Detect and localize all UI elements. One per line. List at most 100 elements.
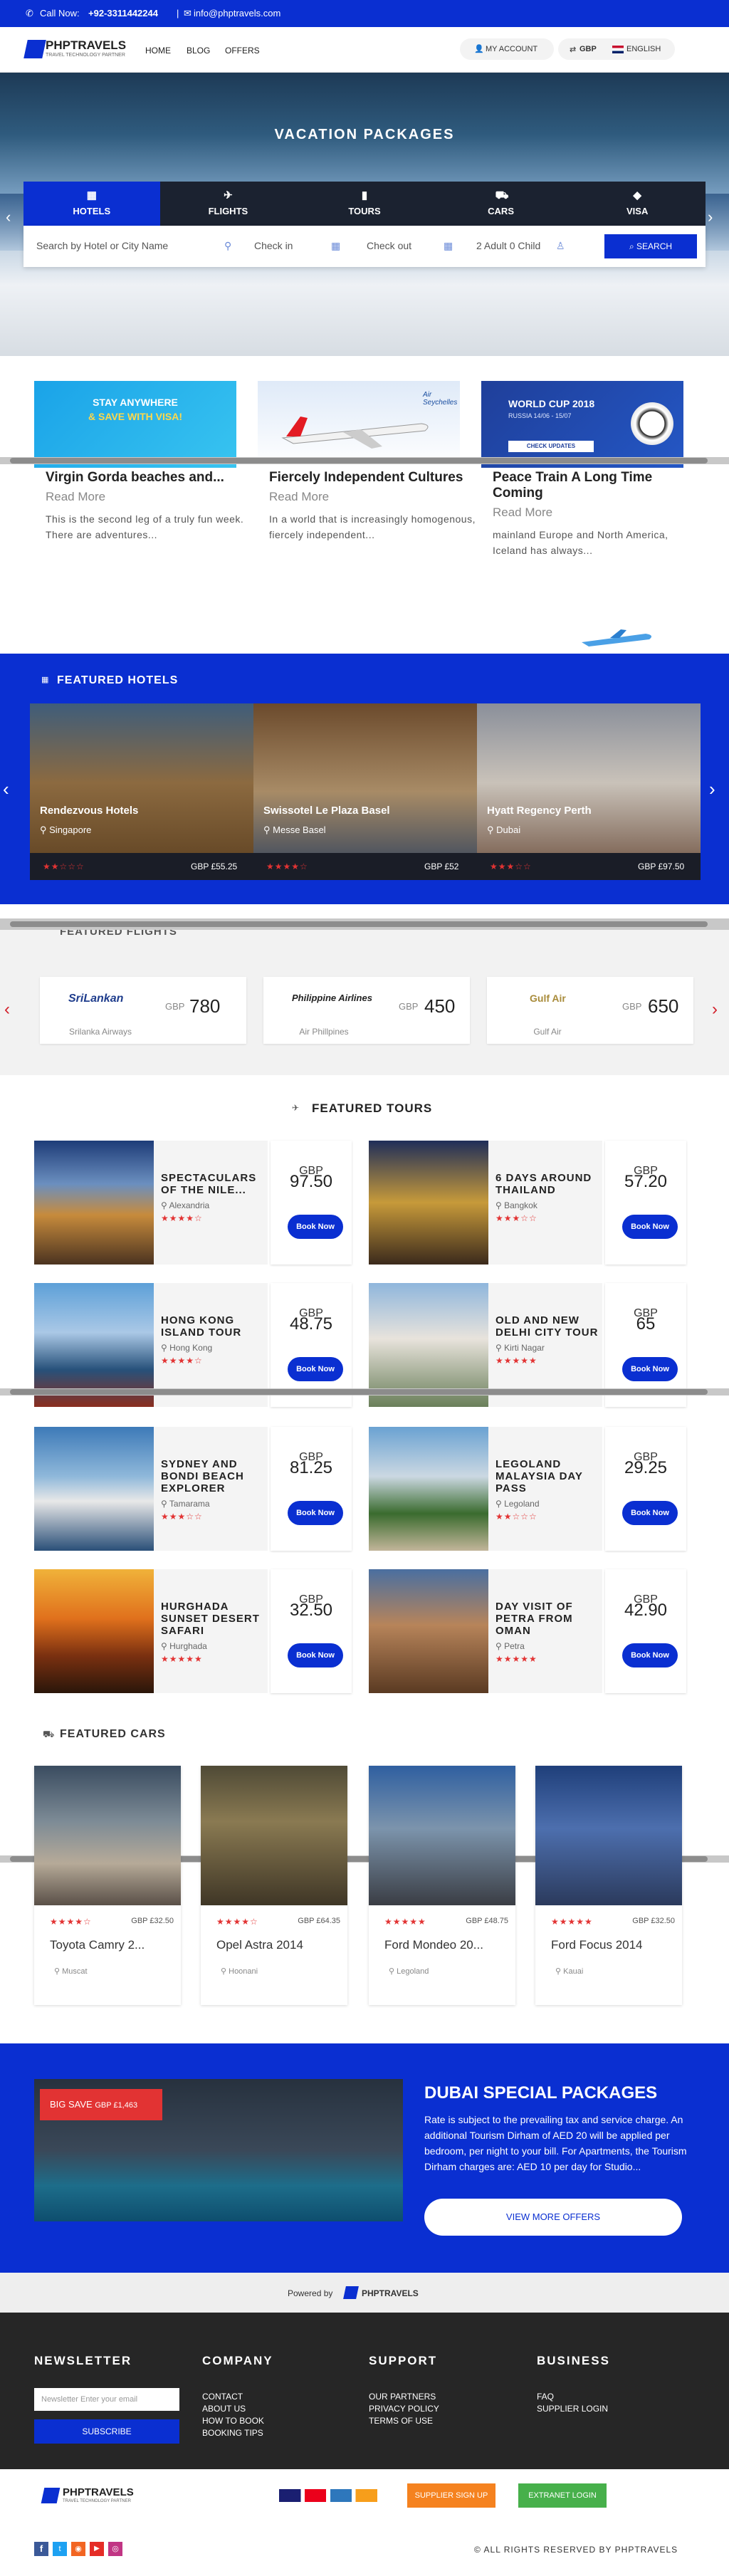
tour-title[interactable]: OLD AND NEW DELHI CITY TOUR xyxy=(495,1314,602,1339)
email-link[interactable]: info@phptravels.com xyxy=(194,8,280,19)
horizontal-scrollbar[interactable] xyxy=(10,458,708,464)
read-more-link[interactable]: Read More xyxy=(493,506,699,520)
tour-card[interactable]: 6 DAYS AROUND THAILAND ⚲ Bangkok ★★★☆☆ GBP 5… xyxy=(369,1141,689,1265)
footer-link-faq[interactable]: FAQ xyxy=(537,2391,608,2403)
tour-image[interactable] xyxy=(34,1141,154,1265)
footer-brand-name[interactable]: PHPTRAVELS xyxy=(63,2486,134,2498)
check-updates-button[interactable]: CHECK UPDATES xyxy=(508,441,594,452)
tour-image[interactable] xyxy=(34,1569,154,1693)
search-button[interactable]: ⌕ SEARCH xyxy=(604,234,697,258)
footer-link-supplier-login[interactable]: SUPPLIER LOGIN xyxy=(537,2403,608,2415)
tour-title[interactable]: LEGOLAND MALAYSIA DAY PASS xyxy=(495,1458,602,1494)
hotel-card[interactable]: Swissotel Le Plaza Basel ⚲ Messe Basel ★… xyxy=(253,703,477,880)
slider-next-icon[interactable]: › xyxy=(708,208,713,226)
tab-flights[interactable]: ✈ FLIGHTS xyxy=(160,182,297,226)
blog-post[interactable]: Fiercely Independent Cultures Read More … xyxy=(269,470,476,543)
carousel-prev-icon[interactable]: ‹ xyxy=(4,1000,10,1020)
tour-image[interactable] xyxy=(369,1569,488,1693)
horizontal-scrollbar[interactable] xyxy=(10,921,708,927)
book-now-button[interactable]: Book Now xyxy=(288,1643,343,1667)
currency-select[interactable]: GBP xyxy=(579,45,597,53)
tab-cars[interactable]: ⛟ CARS xyxy=(433,182,570,226)
tour-image[interactable] xyxy=(369,1427,488,1551)
flight-card[interactable]: SriLankan Srilanka Airways GBP 780 xyxy=(40,977,246,1044)
car-name[interactable]: Ford Mondeo 20... xyxy=(384,1938,483,1952)
horizontal-scrollbar[interactable] xyxy=(10,1389,708,1395)
tour-title[interactable]: HURGHADA SUNSET DESERT SAFARI xyxy=(161,1601,268,1637)
car-image[interactable] xyxy=(201,1766,347,1905)
instagram-icon[interactable]: ◎ xyxy=(108,2542,122,2556)
footer-link-contact[interactable]: CONTACT xyxy=(202,2391,264,2403)
subscribe-button[interactable]: SUBSCRIBE xyxy=(34,2419,179,2444)
tour-title[interactable]: HONG KONG ISLAND TOUR xyxy=(161,1314,268,1339)
hotel-name[interactable]: Rendezvous Hotels xyxy=(40,805,138,817)
carousel-next-icon[interactable]: › xyxy=(709,778,715,800)
footer-link-booking-tips[interactable]: BOOKING TIPS xyxy=(202,2427,264,2439)
book-now-button[interactable]: Book Now xyxy=(622,1643,678,1667)
car-card[interactable]: ★★★★☆ GBP £32.50 Toyota Camry 2... ⚲ Muscat xyxy=(34,1766,181,2005)
language-select[interactable]: ENGLISH xyxy=(626,45,661,53)
car-name[interactable]: Opel Astra 2014 xyxy=(216,1938,303,1952)
tour-title[interactable]: 6 DAYS AROUND THAILAND xyxy=(495,1172,602,1196)
book-now-button[interactable]: Book Now xyxy=(622,1501,678,1525)
tour-title[interactable]: DAY VISIT OF PETRA FROM OMAN xyxy=(495,1601,602,1637)
brand-name[interactable]: PHPTRAVELS xyxy=(46,38,126,53)
hotel-card[interactable]: Rendezvous Hotels ⚲ Singapore ★★☆☆☆ GBP … xyxy=(30,703,253,880)
tour-title[interactable]: SPECTACULARS OF THE NILE... xyxy=(161,1172,268,1196)
post-title[interactable]: Virgin Gorda beaches and... xyxy=(46,470,252,486)
tour-card[interactable]: LEGOLAND MALAYSIA DAY PASS ⚲ Legoland ★★☆☆… xyxy=(369,1427,689,1551)
footer-link-terms[interactable]: TERMS OF USE xyxy=(369,2415,439,2427)
newsletter-email-input[interactable]: Newsletter Enter your email xyxy=(34,2388,179,2411)
tab-tours[interactable]: ▮ TOURS xyxy=(296,182,433,226)
footer-link-about[interactable]: ABOUT US xyxy=(202,2403,264,2415)
tour-card[interactable]: HURGHADA SUNSET DESERT SAFARI ⚲ Hurghada ★… xyxy=(34,1569,355,1693)
book-now-button[interactable]: Book Now xyxy=(288,1215,343,1239)
footer-link-privacy[interactable]: PRIVACY POLICY xyxy=(369,2403,439,2415)
book-now-button[interactable]: Book Now xyxy=(288,1357,343,1381)
book-now-button[interactable]: Book Now xyxy=(288,1501,343,1525)
destination-input[interactable]: Search by Hotel or City Name xyxy=(36,240,236,251)
tour-image[interactable] xyxy=(34,1427,154,1551)
extranet-login-button[interactable]: EXTRANET LOGIN xyxy=(518,2483,607,2508)
nav-blog[interactable]: BLOG xyxy=(187,46,210,56)
nav-offers[interactable]: OFFERS xyxy=(225,46,260,56)
carousel-prev-icon[interactable]: ‹ xyxy=(3,778,9,800)
twitter-icon[interactable]: t xyxy=(53,2542,67,2556)
checkin-input[interactable]: Check in xyxy=(254,240,293,251)
tour-card[interactable]: SPECTACULARS OF THE NILE... ⚲ Alexandria ★… xyxy=(34,1141,355,1265)
youtube-icon[interactable]: ▶ xyxy=(90,2542,104,2556)
car-card[interactable]: ★★★★☆ GBP £64.35 Opel Astra 2014 ⚲ Hoonani xyxy=(201,1766,347,2005)
visa-banner[interactable]: STAY ANYWHERE & SAVE WITH VISA! xyxy=(34,381,236,468)
powered-brand[interactable]: PHPTRAVELS xyxy=(362,2288,419,2298)
car-name[interactable]: Ford Focus 2014 xyxy=(551,1938,643,1952)
flight-card[interactable]: Gulf Air Gulf Air GBP 650 xyxy=(487,977,693,1044)
facebook-icon[interactable]: f xyxy=(34,2542,48,2556)
tab-visa[interactable]: ◆ VISA xyxy=(569,182,706,226)
my-account-button[interactable]: 👤 MY ACCOUNT xyxy=(460,38,554,60)
car-card[interactable]: ★★★★★ GBP £32.50 Ford Focus 2014 ⚲ Kauai xyxy=(535,1766,682,2005)
blog-post[interactable]: Peace Train A Long Time Coming Read More… xyxy=(493,470,699,558)
book-now-button[interactable]: Book Now xyxy=(622,1215,678,1239)
nav-home[interactable]: HOME xyxy=(145,46,171,56)
guests-input[interactable]: 2 Adult 0 Child xyxy=(476,240,540,251)
read-more-link[interactable]: Read More xyxy=(46,490,252,504)
tour-card[interactable]: DAY VISIT OF PETRA FROM OMAN ⚲ Petra ★★★★★… xyxy=(369,1569,689,1693)
air-seychelles-banner[interactable]: Air Seychelles xyxy=(258,381,460,468)
supplier-signup-button[interactable]: SUPPLIER SIGN UP xyxy=(407,2483,495,2508)
view-more-offers-button[interactable]: VIEW MORE OFFERS xyxy=(424,2199,682,2236)
slider-prev-icon[interactable]: ‹ xyxy=(6,208,11,226)
car-image[interactable] xyxy=(535,1766,682,1905)
footer-link-partners[interactable]: OUR PARTNERS xyxy=(369,2391,439,2403)
rss-icon[interactable]: ◉ xyxy=(71,2542,85,2556)
car-image[interactable] xyxy=(34,1766,181,1905)
hotel-name[interactable]: Hyatt Regency Perth xyxy=(487,805,592,817)
car-card[interactable]: ★★★★★ GBP £48.75 Ford Mondeo 20... ⚲ Legola… xyxy=(369,1766,515,2005)
car-name[interactable]: Toyota Camry 2... xyxy=(50,1938,145,1952)
tab-hotels[interactable]: ▦ HOTELS xyxy=(23,182,160,226)
carousel-next-icon[interactable]: › xyxy=(712,1000,718,1020)
hotel-name[interactable]: Swissotel Le Plaza Basel xyxy=(263,805,390,817)
tour-image[interactable] xyxy=(369,1141,488,1265)
post-title[interactable]: Peace Train A Long Time Coming xyxy=(493,470,699,501)
footer-link-how-to-book[interactable]: HOW TO BOOK xyxy=(202,2415,264,2427)
world-cup-banner[interactable]: WORLD CUP 2018 RUSSIA 14/06 - 15/07 CHEC… xyxy=(481,381,683,468)
